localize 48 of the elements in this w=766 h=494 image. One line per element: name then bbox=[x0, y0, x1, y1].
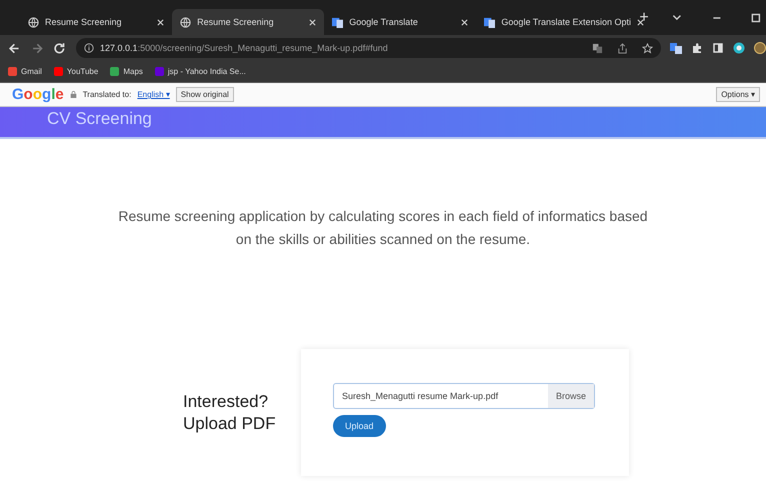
forward-icon[interactable] bbox=[30, 42, 44, 54]
browser-tab[interactable]: Resume Screening bbox=[20, 9, 172, 35]
bookmark[interactable]: YouTube bbox=[54, 67, 98, 76]
browser-tab[interactable]: Google Translate Extension Opti bbox=[476, 9, 632, 35]
close-icon[interactable] bbox=[309, 18, 316, 26]
maximize-icon[interactable] bbox=[750, 12, 762, 24]
translated-label: Translated to: bbox=[82, 90, 132, 99]
tab-title: Google Translate bbox=[349, 17, 419, 27]
tab-title: Resume Screening bbox=[45, 17, 123, 27]
share-icon[interactable] bbox=[617, 42, 628, 54]
translate-icon bbox=[332, 16, 344, 28]
puzzle-icon[interactable] bbox=[691, 42, 704, 54]
tab-title: Resume Screening bbox=[197, 17, 275, 27]
tab-title: Google Translate Extension Opti bbox=[501, 17, 631, 27]
close-icon[interactable] bbox=[461, 18, 468, 26]
browse-button[interactable]: Browse bbox=[548, 384, 594, 408]
globe-icon bbox=[28, 16, 39, 28]
show-original-button[interactable]: Show original bbox=[176, 87, 234, 102]
back-icon[interactable] bbox=[8, 42, 21, 54]
close-icon[interactable] bbox=[157, 18, 164, 26]
info-icon bbox=[84, 43, 94, 53]
new-tab-button[interactable]: + bbox=[631, 8, 657, 26]
bookmark[interactable]: Maps bbox=[110, 67, 143, 76]
sidebar-icon[interactable] bbox=[712, 42, 724, 54]
google-logo: Google bbox=[12, 86, 64, 103]
file-input-field[interactable]: Suresh_Menagutti resume Mark-up.pdf Browse bbox=[333, 383, 595, 409]
lock-icon bbox=[70, 90, 77, 99]
browser-tab[interactable]: Resume Screening bbox=[172, 9, 324, 35]
upload-button[interactable]: Upload bbox=[333, 415, 386, 437]
url-text: 127.0.0.1:5000/screening/Suresh_Menagutti_resume_Mark-up.pdf#fund bbox=[100, 43, 388, 53]
header-title: CV Screening bbox=[47, 109, 153, 129]
bookmark[interactable]: Gmail bbox=[8, 67, 42, 76]
language-link[interactable]: English ▾ bbox=[137, 90, 170, 99]
prompt-text: Upload PDF bbox=[183, 412, 277, 434]
description-text: Resume screening application by calculating scores in each field of informatics based on the skills or abilities scanned on the resume. bbox=[117, 207, 649, 249]
translate-icon bbox=[484, 16, 496, 28]
browser-tab[interactable]: Google Translate bbox=[324, 9, 476, 35]
reload-icon[interactable] bbox=[53, 42, 66, 54]
translate-icon[interactable] bbox=[592, 42, 604, 54]
globe-icon bbox=[180, 16, 192, 28]
address-bar[interactable]: 127.0.0.1:5000/screening/Suresh_Menagutti_resume_Mark-up.pdf#fund bbox=[76, 38, 662, 58]
star-icon[interactable] bbox=[642, 42, 654, 54]
translate-icon[interactable] bbox=[670, 42, 682, 54]
bookmark[interactable]: jsp - Yahoo India Se... bbox=[154, 67, 246, 76]
prompt-text: Interested? bbox=[183, 390, 270, 412]
extension-icon[interactable] bbox=[733, 42, 746, 54]
avatar-icon[interactable] bbox=[754, 42, 766, 54]
options-button[interactable]: Options ▾ bbox=[716, 87, 760, 102]
